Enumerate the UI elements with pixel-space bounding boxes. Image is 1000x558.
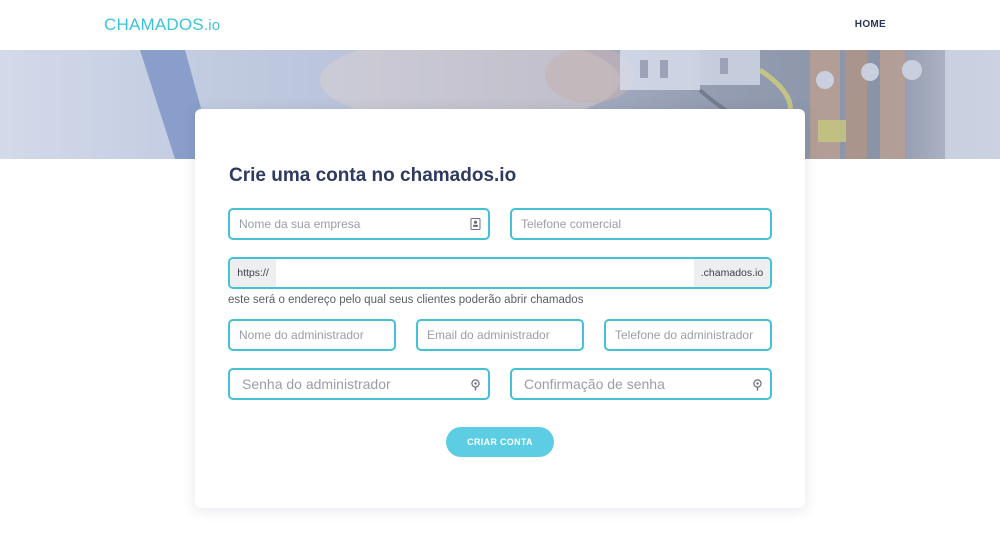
signup-card: Crie uma conta no chamados.io Nome da su…	[195, 109, 805, 508]
logo-tld: .io	[203, 17, 221, 34]
business-phone-input[interactable]: Telefone comercial	[510, 208, 772, 240]
nav-home-link[interactable]: HOME	[855, 19, 886, 30]
company-name-placeholder: Nome da sua empresa	[239, 217, 361, 231]
subdomain-input-group[interactable]: https:// .chamados.io	[228, 257, 772, 289]
admin-password-placeholder: Senha do administrador	[242, 376, 391, 392]
create-account-button[interactable]: CRIAR CONTA	[446, 427, 554, 457]
contact-card-icon	[470, 218, 481, 230]
admin-name-input[interactable]: Nome do administrador	[228, 319, 396, 351]
key-icon	[470, 378, 481, 391]
logo[interactable]: CHAMADOS.io	[104, 15, 220, 35]
form-title: Crie uma conta no chamados.io	[229, 165, 517, 186]
url-suffix-addon: .chamados.io	[694, 259, 770, 287]
key-icon	[752, 378, 763, 391]
admin-phone-placeholder: Telefone do administrador	[615, 328, 754, 342]
admin-name-placeholder: Nome do administrador	[239, 328, 364, 342]
subdomain-help-text: este será o endereço pelo qual seus clie…	[228, 294, 584, 306]
password-confirm-input[interactable]: Confirmação de senha	[510, 368, 772, 400]
url-prefix-addon: https://	[230, 259, 276, 287]
password-confirm-placeholder: Confirmação de senha	[524, 376, 665, 392]
logo-brand: CHAMADOS	[104, 15, 204, 34]
admin-email-placeholder: Email do administrador	[427, 328, 550, 342]
company-name-input[interactable]: Nome da sua empresa	[228, 208, 490, 240]
top-navbar: CHAMADOS.io HOME	[0, 0, 1000, 50]
admin-password-input[interactable]: Senha do administrador	[228, 368, 490, 400]
business-phone-placeholder: Telefone comercial	[521, 217, 622, 231]
admin-phone-input[interactable]: Telefone do administrador	[604, 319, 772, 351]
admin-email-input[interactable]: Email do administrador	[416, 319, 584, 351]
